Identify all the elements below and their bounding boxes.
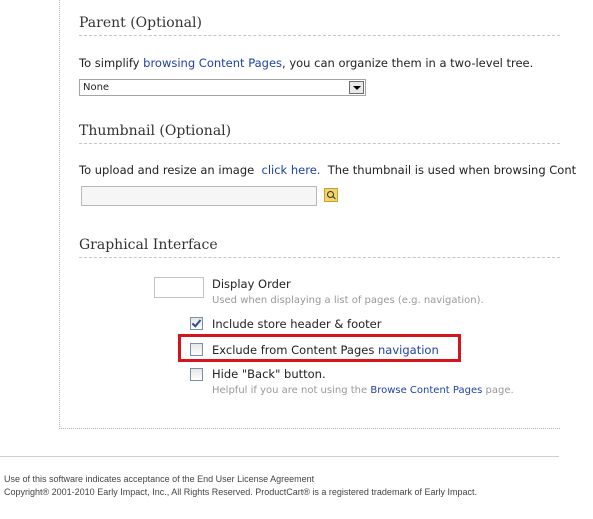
include-header-footer-label: Include store header & footer (212, 317, 382, 331)
graphical-interface-section-title: Graphical Interface (79, 237, 560, 258)
hide-back-hint: Helpful if you are not using the Browse … (212, 385, 514, 396)
thumbnail-desc-suffix: The thumbnail is used when browsing Cont (320, 163, 577, 177)
thumbnail-section-title: Thumbnail (Optional) (79, 123, 560, 144)
highlight-box (178, 334, 461, 362)
footer-license-text: Use of this software indicates acceptanc… (4, 474, 315, 484)
thumbnail-description: To upload and resize an image click here… (79, 163, 576, 177)
hide-back-button-label: Hide "Back" button. (212, 367, 326, 381)
display-order-hint: Used when displaying a list of pages (e.… (212, 295, 484, 306)
display-order-label: Display Order (212, 277, 291, 291)
thumbnail-input[interactable] (81, 186, 317, 206)
browsing-content-pages-link[interactable]: browsing Content Pages (143, 56, 282, 70)
magnifier-handle (332, 195, 336, 200)
parent-desc-prefix: To simplify (79, 56, 144, 70)
hide-back-hint-prefix: Helpful if you are not using the (212, 385, 371, 396)
include-header-footer-checkbox[interactable] (190, 317, 203, 330)
browse-content-pages-link[interactable]: Browse Content Pages (370, 385, 482, 396)
parent-section-title: Parent (Optional) (79, 15, 560, 36)
parent-select[interactable]: None (79, 79, 366, 96)
hide-back-hint-suffix: page. (482, 385, 514, 396)
chevron-down-icon[interactable] (349, 81, 364, 94)
parent-select-value: None (83, 82, 110, 93)
thumbnail-desc-prefix: To upload and resize an image (79, 163, 262, 177)
magnifier-icon[interactable] (324, 188, 338, 202)
footer-divider (0, 456, 559, 457)
upload-click-here-link[interactable]: click here. (262, 163, 321, 177)
parent-description: To simplify browsing Content Pages, you … (79, 56, 533, 70)
parent-desc-suffix: , you can organize them in a two-level t… (282, 56, 534, 70)
hide-back-button-checkbox[interactable] (190, 368, 203, 381)
page: Parent (Optional) To simplify browsing C… (0, 0, 593, 519)
footer-copyright-text: Copyright® 2001-2010 Early Impact, Inc.,… (4, 487, 477, 497)
content-pages-settings-panel: Parent (Optional) To simplify browsing C… (59, 0, 576, 429)
display-order-input[interactable] (154, 277, 204, 298)
